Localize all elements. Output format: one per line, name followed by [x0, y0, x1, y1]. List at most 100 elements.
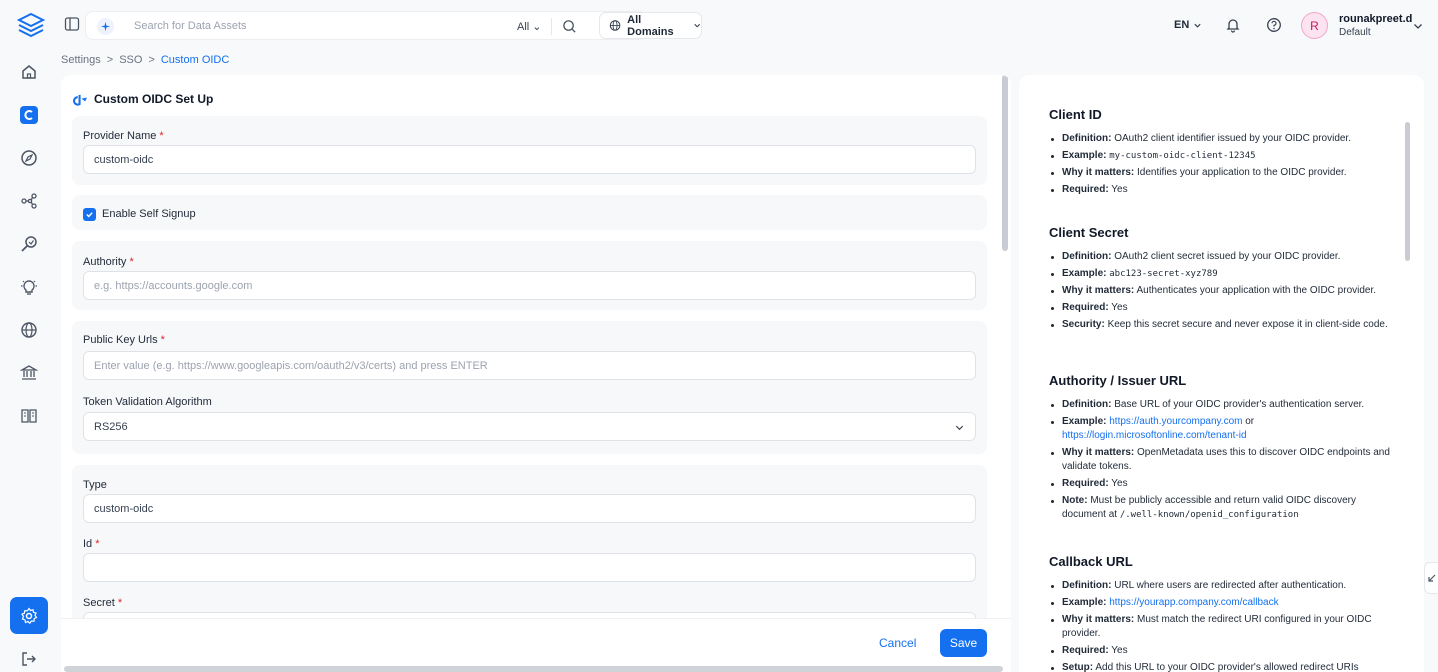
authority-label: Authority *	[83, 256, 134, 268]
example-link[interactable]: https://yourapp.company.com/callback	[1109, 597, 1278, 608]
data-quality-icon[interactable]	[18, 233, 40, 255]
governance-bank-icon[interactable]	[18, 362, 40, 384]
list-item: Note: Must be publicly accessible and re…	[1049, 494, 1394, 522]
lineage-icon[interactable]	[18, 190, 40, 212]
doc-list-callback: Definition: URL where users are redirect…	[1049, 579, 1394, 672]
app-logo-icon[interactable]	[16, 12, 46, 40]
form-scrollbar[interactable]	[1002, 75, 1008, 251]
list-item: Example: abc123-secret-xyz789	[1049, 267, 1394, 281]
user-role: Default	[1339, 27, 1371, 38]
notification-bell-icon[interactable]	[1225, 17, 1241, 33]
list-item: Security: Keep this secret secure and ne…	[1049, 318, 1394, 332]
search-divider	[551, 18, 552, 35]
breadcrumb-settings[interactable]: Settings	[61, 54, 101, 66]
breadcrumb-separator: >	[148, 54, 155, 66]
doc-list-client-id: Definition: OAuth2 client identifier iss…	[1049, 132, 1394, 200]
type-input[interactable]: custom-oidc	[83, 494, 976, 523]
provider-name-input[interactable]: custom-oidc	[83, 145, 976, 174]
doc-scrollbar[interactable]	[1405, 122, 1410, 261]
documentation-panel: Client ID Definition: OAuth2 client iden…	[1019, 75, 1424, 672]
list-item: Why it matters: Identifies your applicat…	[1049, 166, 1394, 180]
list-item: Why it matters: OpenMetadata uses this t…	[1049, 446, 1394, 474]
glossary-book-icon[interactable]	[18, 405, 40, 427]
list-item: Required: Yes	[1049, 183, 1394, 197]
id-input[interactable]	[83, 553, 976, 582]
list-item: Definition: OAuth2 client identifier iss…	[1049, 132, 1394, 146]
search-scope-dropdown[interactable]: All ⌄	[517, 20, 542, 33]
public-key-urls-input[interactable]: Enter value (e.g. https://www.googleapis…	[83, 351, 976, 380]
oidc-form-card: Custom OIDC Set Up Provider Name * custo…	[61, 75, 1011, 672]
list-item: Setup: Add this URL to your OIDC provide…	[1049, 661, 1394, 672]
language-selector[interactable]: EN	[1174, 19, 1202, 31]
list-item: Why it matters: Authenticates your appli…	[1049, 284, 1394, 298]
home-icon[interactable]	[18, 61, 40, 83]
chevron-down-icon	[693, 23, 700, 28]
domain-selector[interactable]: All Domains	[599, 12, 702, 39]
self-signup-checkbox[interactable]	[83, 208, 96, 221]
list-item: Why it matters: Must match the redirect …	[1049, 613, 1394, 641]
client-section: Type custom-oidc Id * Secret *	[72, 465, 987, 641]
sidebar-toggle-icon[interactable]	[64, 16, 80, 32]
domains-globe-icon[interactable]	[18, 319, 40, 341]
insights-bulb-icon[interactable]	[18, 276, 40, 298]
oidc-logo-icon	[73, 94, 87, 106]
list-item: Definition: URL where users are redirect…	[1049, 579, 1394, 593]
horizontal-scrollbar[interactable]	[64, 666, 1003, 672]
example-link[interactable]: https://auth.yourcompany.com	[1109, 416, 1242, 427]
self-signup-section: Enable Self Signup	[72, 195, 987, 230]
user-name[interactable]: rounakpreet.d	[1339, 13, 1412, 25]
authority-section: Authority * e.g. https://accounts.google…	[72, 241, 987, 310]
save-button[interactable]: Save	[940, 629, 987, 657]
doc-heading-callback: Callback URL	[1049, 554, 1133, 569]
breadcrumb-sso[interactable]: SSO	[119, 54, 142, 66]
resize-arrow-icon	[1427, 574, 1435, 582]
chevron-down-icon	[1194, 23, 1201, 28]
list-item: Example: my-custom-oidc-client-12345	[1049, 149, 1394, 163]
list-item: Required: Yes	[1049, 301, 1394, 315]
ai-sparkle-icon[interactable]	[97, 18, 114, 35]
example-link[interactable]: https://login.microsoftonline.com/tenant…	[1062, 430, 1247, 441]
doc-heading-client-id: Client ID	[1049, 107, 1102, 122]
doc-heading-client-secret: Client Secret	[1049, 225, 1129, 240]
collate-icon[interactable]	[18, 104, 40, 126]
form-title-text: Custom OIDC Set Up	[94, 92, 214, 106]
public-key-urls-label: Public Key Urls *	[83, 334, 165, 346]
public-key-section: Public Key Urls * Enter value (e.g. http…	[72, 321, 987, 454]
token-algorithm-select[interactable]: RS256	[83, 412, 976, 441]
checkmark-icon	[86, 212, 93, 218]
list-item: Example: https://yourapp.company.com/cal…	[1049, 596, 1394, 610]
token-algorithm-label: Token Validation Algorithm	[83, 396, 212, 408]
authority-input[interactable]: e.g. https://accounts.google.com	[83, 271, 976, 300]
cancel-button[interactable]: Cancel	[879, 636, 916, 650]
token-algorithm-value: RS256	[94, 420, 128, 433]
provider-name-section: Provider Name * custom-oidc	[72, 116, 987, 185]
explore-compass-icon[interactable]	[18, 147, 40, 169]
list-item: Required: Yes	[1049, 644, 1394, 658]
secret-label: Secret *	[83, 597, 123, 609]
page-title: Custom OIDC Set Up	[73, 92, 213, 106]
collapse-panel-icon[interactable]	[1424, 562, 1438, 594]
list-item: Definition: OAuth2 client secret issued …	[1049, 250, 1394, 264]
gear-icon	[21, 606, 38, 624]
breadcrumb: Settings > SSO > Custom OIDC	[61, 54, 229, 66]
logout-icon[interactable]	[18, 648, 40, 670]
breadcrumb-separator: >	[106, 54, 114, 66]
language-label: EN	[1174, 19, 1190, 31]
form-footer: Cancel Save	[61, 618, 1011, 672]
list-item: Definition: Base URL of your OIDC provid…	[1049, 398, 1394, 412]
help-icon[interactable]	[1266, 17, 1282, 33]
doc-list-authority: Definition: Base URL of your OIDC provid…	[1049, 398, 1394, 525]
list-item: Example: https://auth.yourcompany.com or…	[1049, 415, 1394, 443]
chevron-down-icon[interactable]	[1412, 20, 1424, 32]
breadcrumb-current: Custom OIDC	[160, 54, 230, 66]
left-nav-rail	[0, 0, 58, 672]
chevron-down-icon	[955, 425, 964, 431]
self-signup-label[interactable]: Enable Self Signup	[102, 208, 196, 220]
provider-name-label: Provider Name *	[83, 130, 164, 142]
settings-nav-button[interactable]	[10, 597, 48, 634]
doc-list-client-secret: Definition: OAuth2 client secret issued …	[1049, 250, 1394, 335]
search-icon[interactable]	[562, 19, 577, 34]
avatar[interactable]: R	[1301, 12, 1328, 39]
type-label: Type	[83, 479, 107, 491]
search-input[interactable]: Search for Data Assets	[134, 20, 247, 32]
